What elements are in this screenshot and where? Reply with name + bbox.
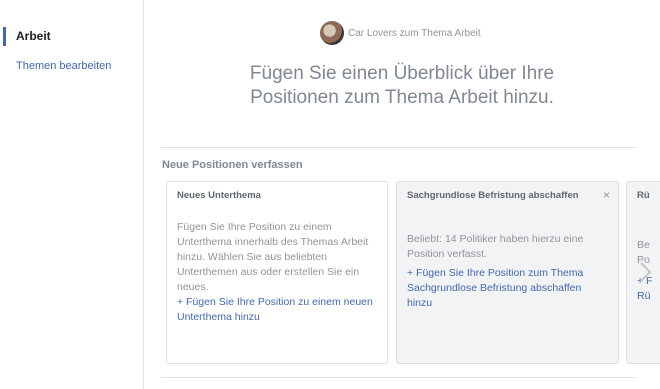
card-text-line: Be — [637, 239, 650, 251]
edit-topics-link[interactable]: Themen bearbeiten — [16, 60, 111, 72]
card-link-line: Rü — [637, 290, 651, 302]
card-description: Fügen Sie Ihre Position zu einem Unterth… — [177, 221, 369, 293]
sidebar-item-label: Arbeit — [16, 29, 51, 43]
card-description: Beliebt: 14 Politiker haben hierzu eine … — [407, 233, 584, 260]
page-subtitle: Car Lovers zum Thema Arbeit — [348, 27, 481, 39]
section-title: Neue Positionen verfassen — [162, 159, 303, 171]
avatar — [320, 21, 344, 45]
card-title: Rü — [637, 190, 650, 201]
headline-line-2: Positionen zum Thema Arbeit hinzu. — [250, 87, 554, 108]
sidebar-item-arbeit[interactable]: Arbeit — [0, 26, 143, 48]
add-position-link[interactable]: + Fügen Sie Ihre Position zu einem neuen… — [177, 295, 377, 325]
headline-line-1: Fügen Sie einen Überblick über Ihre — [249, 63, 555, 84]
chevron-right-icon[interactable] — [635, 260, 655, 284]
divider-top — [161, 147, 635, 148]
sidebar: Arbeit Themen bearbeiten — [0, 0, 144, 389]
active-indicator — [3, 27, 6, 46]
card-new-subtopic: Neues Unterthema Fügen Sie Ihre Position… — [166, 181, 388, 364]
divider-bottom — [161, 377, 635, 378]
card-sachgrundlose-befristung: Sachgrundlose Befristung abschaffen × Be… — [396, 181, 619, 364]
add-position-link[interactable]: + Fügen Sie Ihre Position zum Thema Sach… — [407, 266, 608, 311]
close-icon[interactable]: × — [603, 188, 610, 202]
page-header: Car Lovers zum Thema Arbeit — [320, 20, 481, 46]
main-panel: Car Lovers zum Thema Arbeit Fügen Sie ei… — [144, 0, 660, 389]
page-title: Fügen Sie einen Überblick über Ihre Posi… — [144, 62, 660, 110]
card-title: Sachgrundlose Befristung abschaffen — [407, 190, 579, 201]
card-title: Neues Unterthema — [177, 190, 261, 201]
